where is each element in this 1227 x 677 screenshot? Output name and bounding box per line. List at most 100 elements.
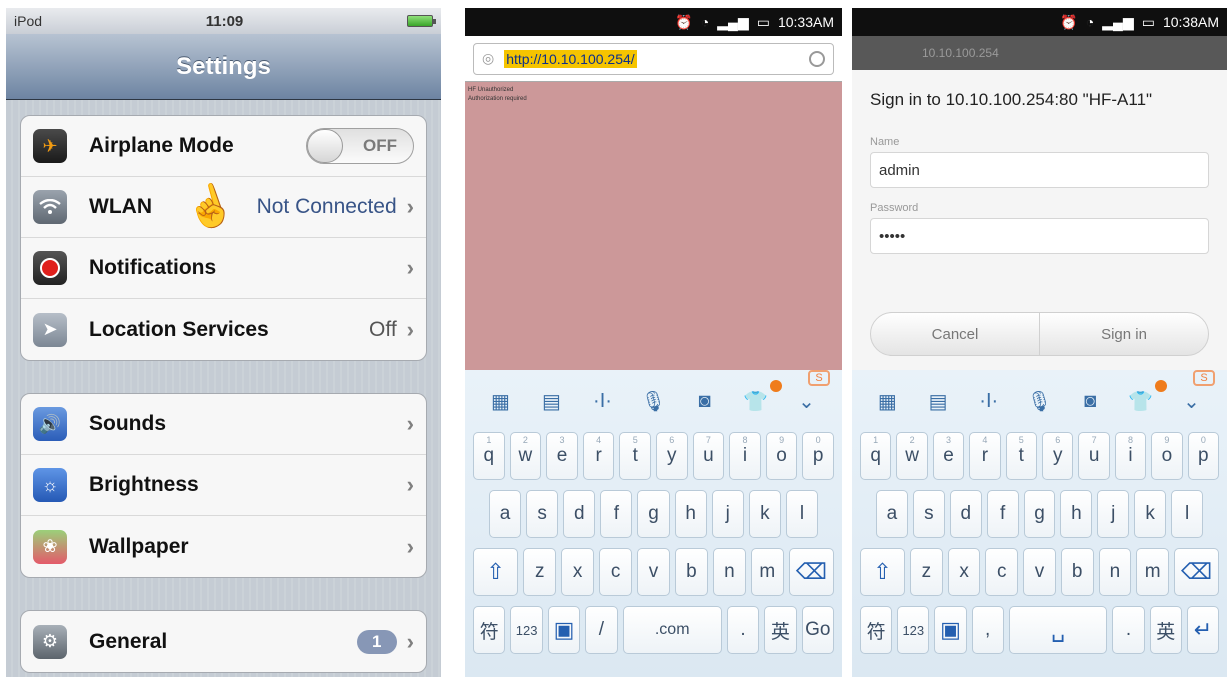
settings-row-general[interactable]: ⚙ General 1 › — [21, 611, 426, 672]
key-d[interactable]: d — [949, 490, 982, 538]
key-u[interactable]: 7u — [692, 432, 725, 480]
numbers-key[interactable]: 123 — [897, 606, 930, 654]
key-d[interactable]: d — [563, 490, 596, 538]
key-g[interactable]: g — [1023, 490, 1056, 538]
slash-key[interactable]: / — [585, 606, 618, 654]
space-key[interactable]: ␣ — [1008, 606, 1108, 654]
key-f[interactable]: f — [986, 490, 1019, 538]
key-q[interactable]: 1q — [859, 432, 892, 480]
key-v[interactable]: v — [637, 548, 670, 596]
key-n[interactable]: n — [1098, 548, 1132, 596]
key-a[interactable]: a — [876, 490, 908, 538]
key-s[interactable]: s — [912, 490, 945, 538]
name-field[interactable]: admin — [870, 152, 1209, 188]
symbol-key[interactable]: 符 — [473, 606, 506, 654]
key-y[interactable]: 6y — [656, 432, 688, 480]
key-e[interactable]: 3e — [546, 432, 578, 480]
key-j[interactable]: j — [1097, 490, 1130, 538]
key-j[interactable]: j — [711, 490, 744, 538]
language-key[interactable]: 英 — [1149, 606, 1182, 654]
key-o[interactable]: 9o — [765, 432, 798, 480]
key-p[interactable]: 0p — [1187, 432, 1220, 480]
key-i[interactable]: 8i — [1114, 432, 1147, 480]
backspace-key[interactable]: ⌫ — [1174, 548, 1220, 596]
key-i[interactable]: 8i — [729, 432, 761, 480]
key-l[interactable]: l — [1171, 490, 1204, 538]
numbers-key[interactable]: 123 — [510, 606, 543, 654]
settings-row-location-services[interactable]: ➤ Location Services Off › — [21, 299, 426, 360]
key-w[interactable]: 2w — [509, 432, 542, 480]
password-field[interactable]: ••••• — [870, 218, 1209, 254]
key-k[interactable]: k — [748, 490, 781, 538]
key-l[interactable]: l — [785, 490, 818, 538]
input-mode-key[interactable]: ▣ — [547, 606, 581, 654]
key-e[interactable]: 3e — [932, 432, 965, 480]
backspace-key[interactable]: ⌫ — [788, 548, 835, 596]
chevron-down-icon[interactable]: ⌄ — [792, 389, 822, 414]
key-v[interactable]: v — [1023, 548, 1056, 596]
key-b[interactable]: b — [1060, 548, 1094, 596]
cursor-icon[interactable]: ·I· — [974, 390, 1004, 413]
key-x[interactable]: x — [561, 548, 595, 596]
enter-key[interactable]: ↵ — [1186, 606, 1220, 654]
settings-row-brightness[interactable]: ☼ Brightness › — [21, 455, 426, 516]
clear-icon[interactable] — [809, 50, 825, 67]
key-x[interactable]: x — [947, 548, 981, 596]
key-u[interactable]: 7u — [1078, 432, 1110, 480]
go-key[interactable]: Go — [801, 606, 834, 654]
key-o[interactable]: 9o — [1151, 432, 1183, 480]
dotcom-key[interactable]: .com — [622, 606, 722, 654]
cancel-button[interactable]: Cancel — [871, 313, 1039, 355]
key-n[interactable]: n — [712, 548, 746, 596]
key-c[interactable]: c — [985, 548, 1019, 596]
settings-row-sounds[interactable]: 🔊 Sounds › — [21, 394, 426, 455]
key-z[interactable]: z — [909, 548, 943, 596]
key-m[interactable]: m — [1136, 548, 1170, 596]
key-g[interactable]: g — [637, 490, 670, 538]
camera-icon[interactable]: ◙ — [1075, 390, 1105, 413]
key-q[interactable]: 1q — [473, 432, 505, 480]
cursor-icon[interactable]: ·I· — [588, 390, 618, 413]
grid-icon[interactable]: ▦ — [872, 389, 902, 414]
skin-icon[interactable]: 👕 — [1126, 389, 1156, 414]
shift-key[interactable]: ⇧ — [473, 548, 519, 596]
key-h[interactable]: h — [1060, 490, 1093, 538]
key-f[interactable]: f — [600, 490, 633, 538]
chevron-down-icon[interactable]: ⌄ — [1177, 389, 1207, 414]
key-y[interactable]: 6y — [1042, 432, 1074, 480]
comma-key[interactable]: , — [971, 606, 1004, 654]
keyboard-icon[interactable]: ▤ — [923, 389, 953, 414]
settings-row-notifications[interactable]: Notifications › — [21, 238, 426, 299]
key-s[interactable]: s — [526, 490, 559, 538]
settings-row-wallpaper[interactable]: ❀ Wallpaper › — [21, 516, 426, 577]
key-m[interactable]: m — [750, 548, 784, 596]
sign-in-button[interactable]: Sign in — [1039, 313, 1208, 355]
key-r[interactable]: 4r — [969, 432, 1001, 480]
settings-row-airplane-mode[interactable]: ✈ Airplane Mode OFF — [21, 116, 426, 177]
key-r[interactable]: 4r — [582, 432, 615, 480]
skin-icon[interactable]: 👕 — [741, 389, 771, 414]
key-t[interactable]: 5t — [1005, 432, 1037, 480]
period-key[interactable]: . — [726, 606, 760, 654]
key-z[interactable]: z — [523, 548, 557, 596]
period-key[interactable]: . — [1112, 606, 1145, 654]
microphone-icon[interactable]: 🎙 — [639, 389, 669, 414]
url-input[interactable]: ◎ http://10.10.100.254/ — [473, 42, 834, 75]
grid-icon[interactable]: ▦ — [486, 389, 516, 414]
key-p[interactable]: 0p — [802, 432, 834, 480]
key-b[interactable]: b — [674, 548, 708, 596]
airplane-mode-toggle[interactable]: OFF — [306, 128, 414, 164]
key-c[interactable]: c — [599, 548, 633, 596]
key-t[interactable]: 5t — [619, 432, 651, 480]
symbol-key[interactable]: 符 — [859, 606, 893, 654]
shift-key[interactable]: ⇧ — [859, 548, 905, 596]
language-key[interactable]: 英 — [764, 606, 797, 654]
input-mode-key[interactable]: ▣ — [934, 606, 967, 654]
key-a[interactable]: a — [489, 490, 522, 538]
keyboard-icon[interactable]: ▤ — [537, 389, 567, 414]
camera-icon[interactable]: ◙ — [690, 390, 720, 413]
key-k[interactable]: k — [1134, 490, 1167, 538]
key-h[interactable]: h — [674, 490, 707, 538]
settings-row-wlan[interactable]: WLAN Not Connected › ☝ — [21, 177, 426, 238]
key-w[interactable]: 2w — [896, 432, 928, 480]
